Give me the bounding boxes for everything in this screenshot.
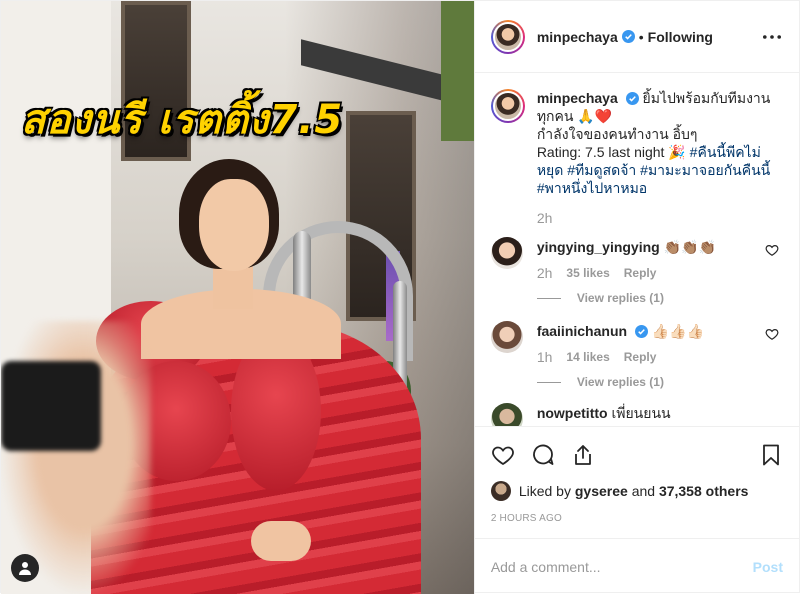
view-replies-button[interactable]: View replies (1): [536, 291, 783, 305]
caption-username[interactable]: minpechaya: [537, 90, 618, 106]
hand-on-cart: [251, 521, 311, 561]
comment-likes[interactable]: 14 likes: [566, 350, 609, 364]
add-comment-bar: Post: [474, 538, 799, 594]
blurred-camera: [1, 361, 101, 451]
comment-username[interactable]: faaiinichanun: [537, 323, 627, 339]
avatar[interactable]: [490, 19, 525, 54]
avatar[interactable]: [490, 481, 511, 501]
comment-username[interactable]: yingying_yingying: [537, 239, 660, 255]
more-options-icon: [763, 34, 781, 39]
comment-likes[interactable]: 35 likes: [566, 266, 609, 280]
share-icon: [574, 445, 591, 465]
reply-button[interactable]: Reply: [624, 266, 657, 280]
comments-section[interactable]: minpechaya ยิ้มไปพร้อมกับทีมงานทุกคน 🙏❤️…: [475, 73, 799, 426]
comment-age[interactable]: 1h: [537, 349, 553, 365]
header-separator: •: [638, 28, 644, 45]
comment-age[interactable]: 2h: [537, 265, 553, 281]
avatar[interactable]: [490, 403, 523, 426]
comment-like-heart-icon[interactable]: [765, 327, 779, 341]
post-timestamp[interactable]: 2 HOURS AGO: [491, 513, 783, 524]
view-replies-label: View replies (1): [576, 291, 664, 305]
verified-icon: [634, 325, 648, 338]
more-options-button[interactable]: [761, 26, 783, 48]
save-button[interactable]: [759, 443, 783, 467]
share-button[interactable]: [571, 443, 595, 467]
action-bar: [491, 435, 783, 475]
comment-item: faaiinichanun 👍🏻👍🏻👍🏻 1h 14 likes Reply V…: [490, 321, 783, 389]
avatar[interactable]: [490, 89, 525, 123]
user-tag-icon: [19, 562, 31, 575]
comment-text: 👍🏻👍🏻👍🏻: [651, 323, 705, 339]
post-actions-area: Liked by gyseree and 37,358 others 2 HOU…: [474, 426, 799, 538]
liked-by-user[interactable]: gyseree: [575, 483, 628, 499]
post-photo[interactable]: สองนรี เรตติ้ง7.5: [1, 1, 474, 594]
photo-headline: สองนรี เรตติ้ง7.5: [21, 97, 344, 143]
hashtag-link[interactable]: #พาหนึ่งไปหาหมอ: [537, 180, 647, 196]
view-replies-button[interactable]: View replies (1): [536, 375, 783, 389]
hashtag-link[interactable]: #มามะมาจอยกันคืนนี้: [640, 162, 770, 178]
reply-button[interactable]: Reply: [624, 350, 657, 364]
heart-icon: [491, 446, 514, 466]
caption-age: 2h: [536, 210, 553, 226]
comment-input[interactable]: [490, 558, 753, 575]
hashtag-link[interactable]: #ทีมดูสดจ้า: [567, 162, 636, 178]
avatar[interactable]: [490, 321, 523, 353]
face: [199, 179, 269, 271]
post-caption: minpechaya ยิ้มไปพร้อมกับทีมงานทุกคน 🙏❤️…: [490, 89, 783, 227]
like-button[interactable]: [491, 443, 515, 467]
user-tag-button[interactable]: [11, 554, 39, 582]
comment-like-heart-icon[interactable]: [765, 243, 779, 257]
comment-item-partial: nowpetitto เพี่ยนยนน: [490, 403, 783, 426]
comment-username[interactable]: nowpetitto: [537, 405, 608, 421]
liked-by-conjunction: and: [631, 483, 656, 499]
verified-icon: [621, 30, 635, 43]
caption-line-2: กำลังใจของคนทำงาน อิ้บๆ: [536, 126, 698, 142]
post-side-panel: minpechaya • Following minpechaya ยิ้มไป…: [473, 1, 799, 594]
following-button[interactable]: Following: [648, 29, 713, 45]
comment-icon: [532, 444, 554, 465]
comment-item: yingying_yingying 👏🏽👏🏽👏🏽 2h 35 likes Rep…: [490, 237, 783, 305]
view-replies-label: View replies (1): [576, 375, 664, 389]
likes-count-link[interactable]: 37,358 others: [659, 483, 749, 499]
liked-by-prefix: Liked by: [518, 483, 571, 499]
caption-rating: Rating: 7.5 last night 🎉: [536, 144, 686, 160]
post-header: minpechaya • Following: [474, 1, 799, 73]
comment-text: 👏🏽👏🏽👏🏽: [663, 239, 716, 255]
comment-text: เพี่ยนยนน: [611, 405, 671, 421]
verified-icon: [625, 92, 639, 105]
liked-by-row: Liked by gyseree and 37,358 others: [490, 481, 783, 501]
post-comment-button[interactable]: Post: [753, 559, 783, 575]
comment-button[interactable]: [531, 443, 555, 467]
avatar[interactable]: [490, 237, 523, 269]
bookmark-icon: [763, 444, 779, 466]
header-username[interactable]: minpechaya: [537, 29, 618, 45]
instagram-post: สองนรี เรตติ้ง7.5 minpechaya • Following: [0, 0, 800, 594]
